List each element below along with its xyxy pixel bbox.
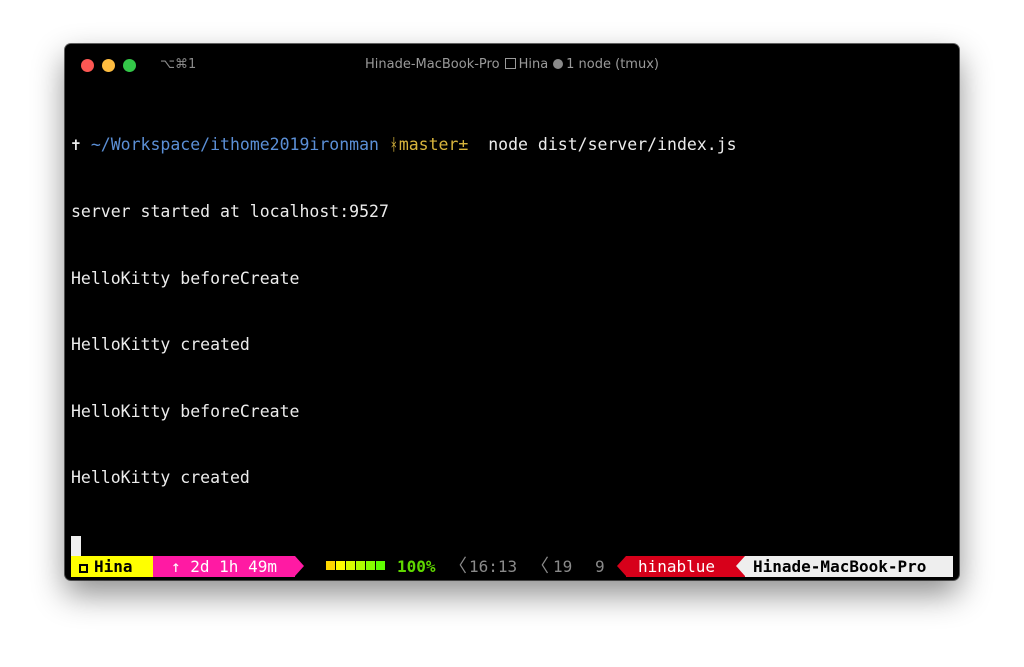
battery-cell — [366, 561, 375, 570]
separator-icon: 〈 — [531, 556, 549, 577]
battery-cell — [356, 561, 365, 570]
prompt-line: ✝ ~/Workspace/ithome2019ironman ᚼmaster±… — [71, 134, 737, 156]
title-host: Hinade-MacBook-Pro — [365, 57, 500, 72]
status-time: 16:13 — [469, 557, 518, 576]
battery-cell — [336, 561, 345, 570]
output-line: server started at localhost:9527 — [71, 202, 389, 221]
status-uptime: ↑ 2d 1h 49m — [153, 556, 295, 577]
battery-cell — [346, 561, 355, 570]
git-branch: master± — [398, 135, 469, 155]
title-bar: ⌥⌘1 Hinade-MacBook-Pro Hina 1 node (tmux) — [65, 44, 959, 88]
battery-percent: 100% — [397, 557, 436, 576]
status-month: 9 — [595, 557, 605, 576]
window-title: Hinade-MacBook-Pro Hina 1 node (tmux) — [65, 57, 959, 72]
title-window: 1 node (tmux) — [566, 57, 659, 72]
terminal-content[interactable]: ✝ ~/Workspace/ithome2019ironman ᚼmaster±… — [71, 90, 737, 580]
prompt-path: ~/Workspace/ithome2019ironman — [90, 135, 379, 155]
uptime-separator-icon — [295, 556, 304, 576]
separator-icon: 〈 — [449, 556, 467, 577]
status-user: hinablue — [626, 556, 745, 577]
status-session[interactable]: Hina — [71, 556, 153, 577]
output-line: HelloKitty beforeCreate — [71, 268, 300, 288]
battery-bar — [326, 561, 386, 572]
git-branch-icon: ᚼ — [388, 135, 399, 155]
output-line: HelloKitty created — [71, 335, 250, 355]
text-cursor — [71, 535, 81, 556]
output-line: HelloKitty beforeCreate — [71, 401, 300, 421]
battery-cell — [326, 561, 335, 570]
battery-cell — [376, 561, 385, 570]
session-square-icon — [79, 564, 88, 573]
status-day: 19 — [553, 557, 573, 576]
status-host: Hinade-MacBook-Pro — [745, 556, 953, 577]
prompt-symbol: ✝ — [71, 135, 81, 155]
prompt-command: node dist/server/index.js — [488, 135, 737, 155]
title-session: Hina — [518, 57, 549, 72]
status-session-label: Hina — [94, 557, 133, 576]
cursor-line — [71, 534, 737, 556]
tmux-status-bar: Hina ↑ 2d 1h 49m 100% 〈 16:13 〈 19 9 hin… — [71, 556, 953, 577]
activity-dot-icon — [553, 59, 564, 69]
session-icon — [504, 58, 516, 69]
user-separator-icon — [617, 556, 626, 576]
terminal-window: ⌥⌘1 Hinade-MacBook-Pro Hina 1 node (tmux) … — [65, 44, 959, 580]
output-line: HelloKitty created — [71, 468, 250, 488]
host-separator-icon — [736, 556, 745, 576]
